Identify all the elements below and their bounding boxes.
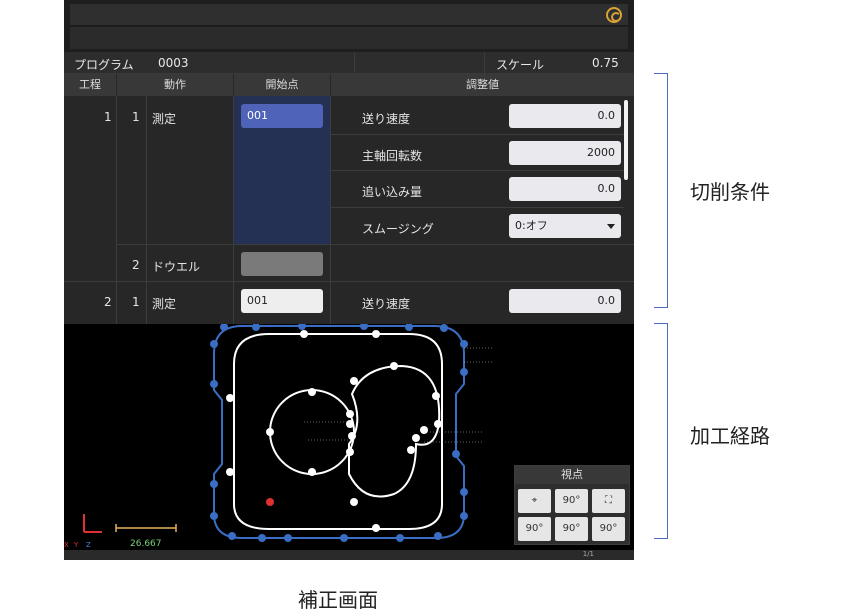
cutting-conditions-label: 切削条件: [690, 176, 770, 205]
rotate-left-90-icon: 90°: [526, 523, 544, 534]
row2-start-point-disabled: [241, 252, 323, 276]
view-panel: 視点 ⌖ 90° ⛶ 90° 90° 90°: [514, 465, 630, 545]
scale-label: スケール: [496, 56, 544, 73]
feed-rate-label: 送り速度: [362, 110, 410, 127]
scale-readout: 26.667: [130, 539, 162, 549]
table-scrollbar[interactable]: [624, 100, 628, 180]
row3-step: 2: [104, 295, 112, 309]
row3-action[interactable]: 測定: [152, 295, 176, 312]
row1-step: 1: [104, 110, 112, 124]
smoothing-selected-value: 0:オフ: [515, 219, 548, 232]
white-outer-path: [234, 334, 442, 529]
row3-feed-rate-input[interactable]: 0.0: [509, 289, 621, 313]
smoothing-select[interactable]: 0:オフ: [509, 214, 621, 238]
row1-action[interactable]: 測定: [152, 110, 176, 127]
rotate-90-icon: 90°: [563, 495, 581, 506]
white-path-points: [226, 330, 442, 532]
figure-caption: 補正画面: [298, 584, 378, 612]
page-indicator: 1/1: [583, 550, 594, 558]
axis-x-label: X: [64, 541, 69, 549]
row3-sub: 1: [132, 295, 140, 309]
target-icon: ⌖: [532, 495, 538, 506]
axis-z-label: Z: [86, 541, 91, 549]
blue-path-points: [210, 324, 468, 542]
row3-feed-rate-label: 送り速度: [362, 295, 410, 312]
cutting-conditions-bracket: [654, 73, 668, 308]
row2-action[interactable]: ドウエル: [152, 258, 200, 275]
row3-start-point[interactable]: 001: [241, 289, 323, 313]
axis-indicator: [84, 514, 176, 532]
view-rotate-right-button[interactable]: 90°: [592, 517, 625, 541]
view-rotate-left-button[interactable]: 90°: [518, 517, 551, 541]
toolpath-canvas[interactable]: X Y Z 26.667 視点 ⌖ 90° ⛶ 90° 90° 90°: [64, 324, 634, 550]
infeed-amount-input[interactable]: 0.0: [509, 177, 621, 201]
rotate-90-down-icon: 90°: [563, 523, 581, 534]
spindle-speed-label: 主軸回転数: [362, 147, 422, 164]
fit-view-icon: ⛶: [605, 495, 612, 506]
row1-start-point-selected[interactable]: 001: [241, 104, 323, 128]
program-row: プログラム 0003 スケール 0.75: [64, 52, 634, 74]
view-rotate-down-button[interactable]: 90°: [555, 517, 588, 541]
program-table: プログラム 0003 スケール 0.75 工程 動作 開始点 調整値 1 1 測…: [64, 52, 634, 324]
cnc-app-window: プログラム 0003 スケール 0.75 工程 動作 開始点 調整値 1 1 測…: [64, 0, 634, 560]
message-bar: [70, 27, 628, 49]
smoothing-label: スムージング: [362, 220, 434, 237]
row1-sub: 1: [132, 110, 140, 124]
machining-path-label: 加工経路: [690, 420, 770, 449]
scale-value: 0.75: [592, 56, 619, 70]
program-label: プログラム: [74, 56, 134, 73]
spindle-speed-input[interactable]: 2000: [509, 141, 621, 165]
rotate-right-90-icon: 90°: [600, 523, 618, 534]
white-left-circle: [270, 390, 354, 474]
header-adjust-value: 調整値: [331, 74, 634, 96]
row2-sub: 2: [132, 258, 140, 272]
header-action: 動作: [117, 74, 233, 96]
chevron-down-icon: [607, 224, 615, 229]
view-fit-button[interactable]: ⛶: [592, 489, 625, 513]
view-rotate-up-button[interactable]: 90°: [555, 489, 588, 513]
infeed-amount-label: 追い込み量: [362, 183, 422, 200]
header-start-point: 開始点: [234, 74, 330, 96]
brand-logo-icon: [606, 7, 622, 23]
header-step: 工程: [64, 74, 116, 96]
status-bar: 1/1: [64, 550, 634, 560]
view-panel-title: 視点: [515, 466, 629, 484]
view-center-button[interactable]: ⌖: [518, 489, 551, 513]
machining-path-bracket: [654, 323, 668, 539]
title-bar: [70, 4, 628, 26]
program-number: 0003: [158, 56, 189, 70]
axis-y-label: Y: [73, 541, 79, 549]
feed-rate-input[interactable]: 0.0: [509, 104, 621, 128]
tool-position-marker: [266, 498, 274, 506]
